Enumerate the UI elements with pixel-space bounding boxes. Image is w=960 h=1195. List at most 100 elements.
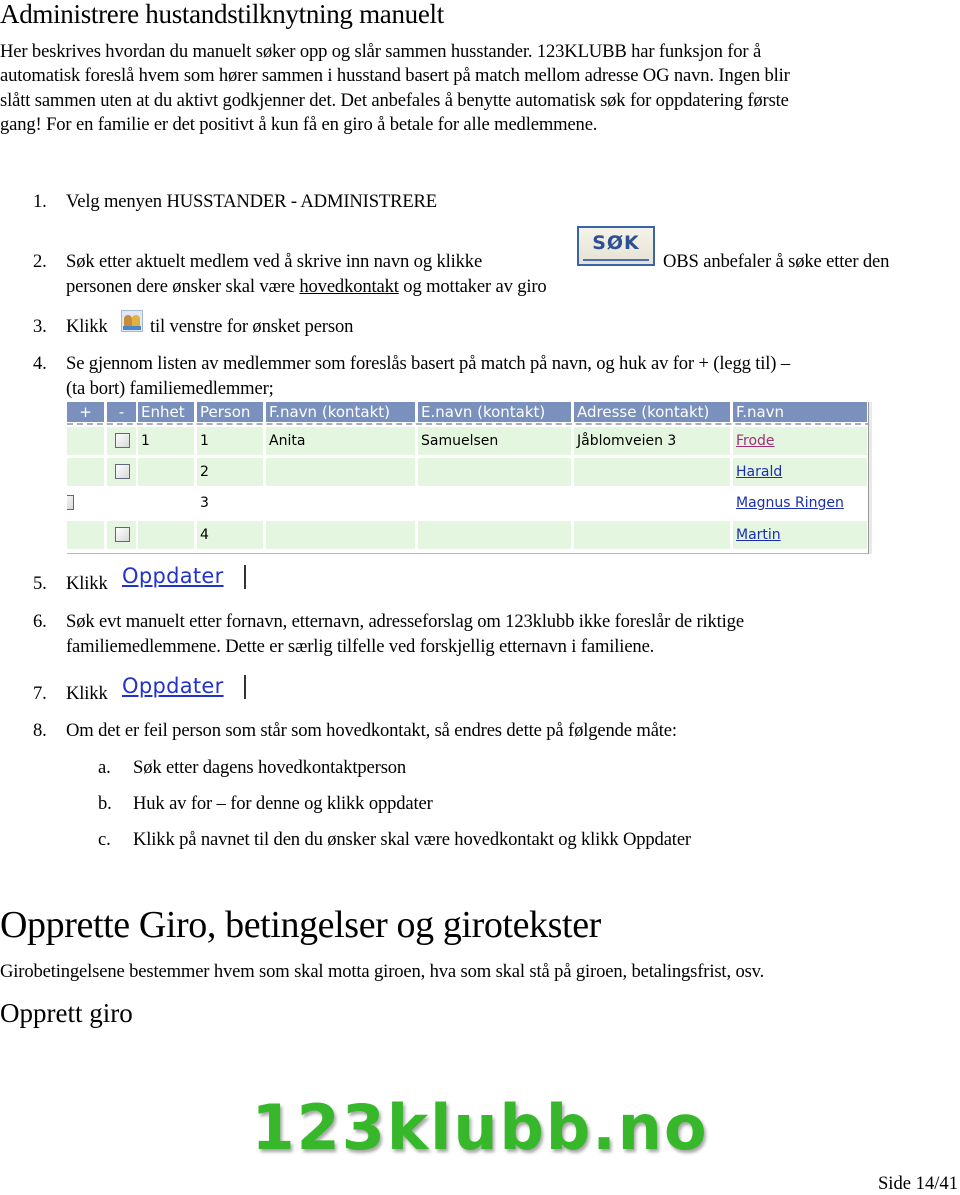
member-table: + - Enhet Person F.navn (kontakt) E.navn… <box>67 402 872 554</box>
intro-line: slått sammen uten at du aktivt godkjenne… <box>0 89 789 111</box>
step-number: 6. <box>33 611 47 632</box>
sok-button[interactable]: SØK <box>577 226 655 266</box>
enhet-cell <box>138 521 194 549</box>
person-cell: 1 <box>197 427 263 455</box>
section-title: Opprette Giro, betingelser og girotekste… <box>0 904 601 946</box>
header-enavn-kontakt: E.navn (kontakt) <box>418 402 571 422</box>
household-icon[interactable] <box>121 310 143 332</box>
step-number: 7. <box>33 683 47 704</box>
member-name-link[interactable]: Frode <box>736 433 775 449</box>
enhet-cell <box>138 458 194 486</box>
step-text: Klikk <box>66 316 108 337</box>
minus-cell <box>107 427 136 455</box>
step-number: 5. <box>33 573 47 594</box>
step-2: 2. Søk etter aktuelt medlem ved å skrive… <box>0 250 960 300</box>
remove-checkbox[interactable] <box>115 527 130 542</box>
fnavn-cell: Martin <box>733 521 867 549</box>
123klubb-logo: 123klubb.no <box>251 1091 709 1164</box>
minus-cell <box>107 489 136 517</box>
person-cell: 3 <box>197 489 263 517</box>
step-number: 8. <box>33 720 47 741</box>
substep-b: b. Huk av for – for denne og klikk oppda… <box>0 792 960 816</box>
step-8: 8. Om det er feil person som står som ho… <box>0 719 960 743</box>
enavn-kontakt-cell <box>418 521 571 549</box>
header-adresse-kontakt: Adresse (kontakt) <box>574 402 730 422</box>
fnavn-kontakt-cell <box>266 489 415 517</box>
person-cell: 4 <box>197 521 263 549</box>
adresse-kontakt-cell: Jåblomveien 3 <box>574 427 730 455</box>
substep-letter: c. <box>98 829 111 850</box>
header-enhet: Enhet <box>138 402 194 422</box>
header-divider <box>67 423 871 425</box>
header-plus: + <box>67 402 104 422</box>
table-row: 2 Harald <box>67 458 871 486</box>
minus-cell <box>107 458 136 486</box>
enavn-kontakt-cell <box>418 489 571 517</box>
adresse-kontakt-cell <box>574 458 730 486</box>
person-cell: 2 <box>197 458 263 486</box>
substep-a: a. Søk etter dagens hovedkontaktperson <box>0 756 960 780</box>
intro-line: automatisk foreslå hvem som hører sammen… <box>0 65 790 87</box>
header-fnavn: F.navn <box>733 402 867 422</box>
step-number: 4. <box>33 353 47 374</box>
section-intro: Girobetingelsene bestemmer hvem som skal… <box>0 961 765 982</box>
step-text-after: OBS anbefaler å søke etter den <box>663 251 890 272</box>
adresse-kontakt-cell <box>574 521 730 549</box>
substep-text: Klikk på navnet til den du ønsker skal v… <box>133 829 691 850</box>
step-number: 1. <box>33 191 47 212</box>
adresse-kontakt-cell <box>574 489 730 517</box>
text: og mottaker av giro <box>398 276 547 297</box>
table-right-edge <box>868 402 872 554</box>
table-row: 1 1 Anita Samuelsen Jåblomveien 3 Frode <box>67 427 871 455</box>
fnavn-kontakt-cell: Anita <box>266 427 415 455</box>
enavn-kontakt-cell <box>418 458 571 486</box>
step-text-line2: familiemedlemmene. Dette er særlig tilfe… <box>66 636 655 657</box>
intro-line: Her beskrives hvordan du manuelt søker o… <box>0 41 762 62</box>
fnavn-kontakt-cell <box>266 458 415 486</box>
section-subtitle: Opprett giro <box>0 998 133 1028</box>
oppdater-button[interactable]: Oppdater <box>122 673 246 701</box>
header-person: Person <box>197 402 263 422</box>
fnavn-cell: Harald <box>733 458 867 486</box>
remove-checkbox[interactable] <box>115 464 130 479</box>
member-name-link[interactable]: Magnus Ringen <box>736 495 844 511</box>
table-bottom-border <box>67 553 871 554</box>
member-name-link[interactable]: Martin <box>736 527 781 543</box>
text: personen dere ønsker skal være <box>66 276 300 297</box>
fnavn-cell: Frode <box>733 427 867 455</box>
header-fnavn-kontakt: F.navn (kontakt) <box>266 402 415 422</box>
plus-cell <box>67 489 104 517</box>
fnavn-cell: Magnus Ringen <box>733 489 867 517</box>
substep-letter: a. <box>98 757 111 778</box>
step-text: Klikk <box>66 573 108 594</box>
header-minus: - <box>107 402 136 422</box>
remove-checkbox[interactable] <box>115 433 130 448</box>
step-1: 1. Velg menyen HUSSTANDER - ADMINISTRERE <box>0 190 960 214</box>
step-4: 4. Se gjennom listen av medlemmer som fo… <box>0 352 960 402</box>
intro-line: gang! For en familie er det positivt å k… <box>0 114 598 136</box>
step-text: Velg menyen HUSSTANDER - ADMINISTRERE <box>66 191 438 212</box>
table-row: 4 Martin <box>67 521 871 549</box>
enhet-cell <box>138 489 194 517</box>
oppdater-button[interactable]: Oppdater <box>122 563 246 591</box>
member-name-link[interactable]: Harald <box>736 464 782 480</box>
substep-text: Søk etter dagens hovedkontaktperson <box>133 757 407 778</box>
substep-c: c. Klikk på navnet til den du ønsker ska… <box>0 828 960 852</box>
fnavn-kontakt-cell <box>266 521 415 549</box>
enhet-cell: 1 <box>138 427 194 455</box>
step-text: Søk evt manuelt etter fornavn, etternavn… <box>66 611 744 632</box>
step-text-line2: personen dere ønsker skal være hovedkont… <box>66 275 547 299</box>
step-text: Om det er feil person som står som hoved… <box>66 720 677 741</box>
step-text-after: til venstre for ønsket person <box>150 316 354 337</box>
page-number: Side 14/41 <box>877 1173 958 1194</box>
minus-cell <box>107 521 136 549</box>
step-text: Søk etter aktuelt medlem ved å skrive in… <box>66 251 483 272</box>
step-number: 3. <box>33 316 47 337</box>
enavn-kontakt-cell: Samuelsen <box>418 427 571 455</box>
step-3: 3. Klikk til venstre for ønsket person <box>0 315 960 339</box>
substep-letter: b. <box>98 793 112 814</box>
intro-paragraph: Her beskrives hvordan du manuelt søker o… <box>0 40 960 138</box>
table-row: 3 Magnus Ringen <box>67 489 871 517</box>
add-checkbox[interactable] <box>67 495 74 510</box>
step-text: Se gjennom listen av medlemmer som fores… <box>66 353 790 374</box>
